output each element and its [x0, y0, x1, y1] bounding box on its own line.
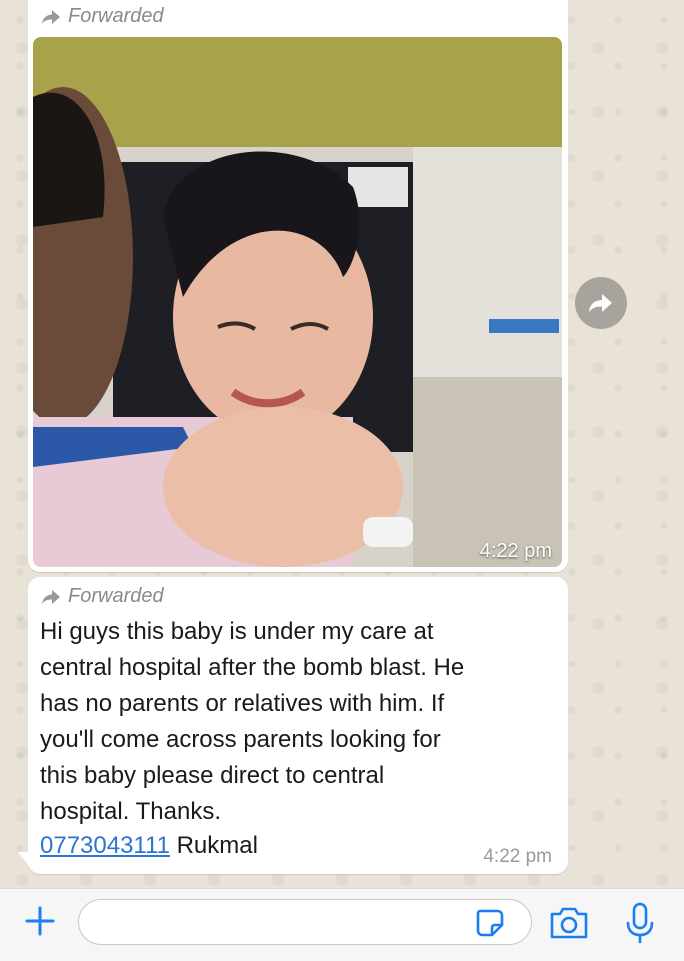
- share-forward-icon: [589, 294, 612, 312]
- camera-button[interactable]: [548, 904, 590, 942]
- message-timestamp: 4:22 pm: [483, 846, 552, 867]
- microphone-icon: [626, 902, 654, 944]
- forwarded-indicator: Forwarded: [40, 5, 164, 28]
- forwarded-label: Forwarded: [68, 585, 164, 607]
- share-forward-button[interactable]: [575, 277, 627, 329]
- forward-icon: [42, 9, 60, 24]
- phone-number-link[interactable]: 0773043111: [40, 832, 170, 859]
- camera-icon: [550, 907, 588, 939]
- microphone-button[interactable]: [622, 901, 658, 945]
- bubble-tail: [18, 852, 32, 870]
- photo-content: [33, 37, 562, 567]
- composer-bar: [0, 888, 684, 961]
- message-text: Hi guys this baby is under my care at ce…: [40, 618, 465, 825]
- message-input[interactable]: [78, 899, 532, 945]
- forwarded-indicator: Forwarded: [40, 585, 164, 608]
- sticker-button[interactable]: [474, 907, 506, 939]
- message-contact-line: 0773043111 Rukmal: [40, 830, 258, 862]
- message-photo[interactable]: 4:22 pm: [33, 37, 562, 567]
- plus-icon: [25, 906, 55, 936]
- contact-name: Rukmal: [169, 832, 258, 859]
- attach-plus-button[interactable]: [20, 901, 60, 941]
- sticker-icon: [476, 909, 504, 937]
- photo-timestamp: 4:22 pm: [479, 540, 552, 562]
- forwarded-label: Forwarded: [68, 5, 164, 27]
- forward-icon: [42, 589, 60, 604]
